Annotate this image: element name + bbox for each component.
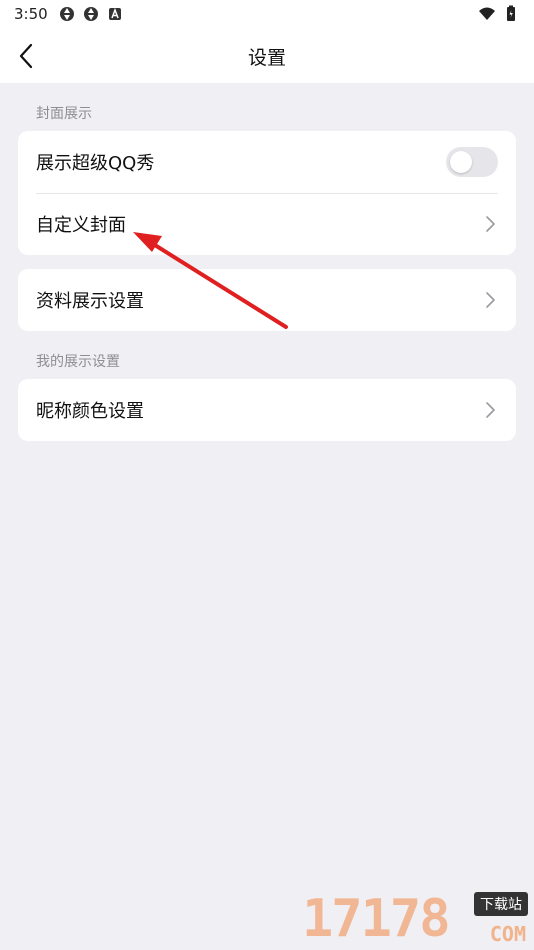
nav-bar: 设置 <box>0 30 534 83</box>
a-badge-icon <box>109 7 121 20</box>
watermark-logo: 17178 下载站 COM <box>302 890 528 948</box>
row-nickname-color-settings[interactable]: 昵称颜色设置 <box>18 379 516 441</box>
status-bar: 3:50 <box>0 0 534 30</box>
row-label: 展示超级QQ秀 <box>36 153 155 174</box>
chevron-right-icon <box>486 402 495 418</box>
row-label: 资料展示设置 <box>36 291 144 312</box>
super-qq-show-toggle[interactable] <box>446 147 498 177</box>
row-label: 昵称颜色设置 <box>36 401 144 422</box>
row-custom-cover[interactable]: 自定义封面 <box>18 193 516 255</box>
chevron-right-icon <box>486 292 495 308</box>
card-profile-display: 资料展示设置 <box>18 269 516 331</box>
status-system-icons <box>478 5 520 23</box>
page-title: 设置 <box>247 47 286 69</box>
watermark-number: 17178 <box>302 889 451 949</box>
sync-icon <box>84 7 98 21</box>
toggle-knob <box>450 151 472 173</box>
battery-icon <box>507 5 515 21</box>
row-profile-display-settings[interactable]: 资料展示设置 <box>18 269 516 331</box>
card-cover-display: 展示超级QQ秀 自定义封面 <box>18 131 516 255</box>
watermark-badge: 下载站 <box>474 892 528 916</box>
row-super-qq-show[interactable]: 展示超级QQ秀 <box>18 131 516 193</box>
status-time: 3:50 <box>14 5 48 23</box>
section-label-cover: 封面展示 <box>36 106 92 122</box>
watermark-suffix: COM <box>489 922 526 946</box>
status-notifications <box>58 5 124 23</box>
sync-icon <box>60 7 74 21</box>
row-label: 自定义封面 <box>36 215 126 236</box>
wifi-icon <box>479 7 495 20</box>
card-my-display: 昵称颜色设置 <box>18 379 516 441</box>
section-label-my-display: 我的展示设置 <box>36 354 120 370</box>
chevron-right-icon <box>486 216 495 232</box>
